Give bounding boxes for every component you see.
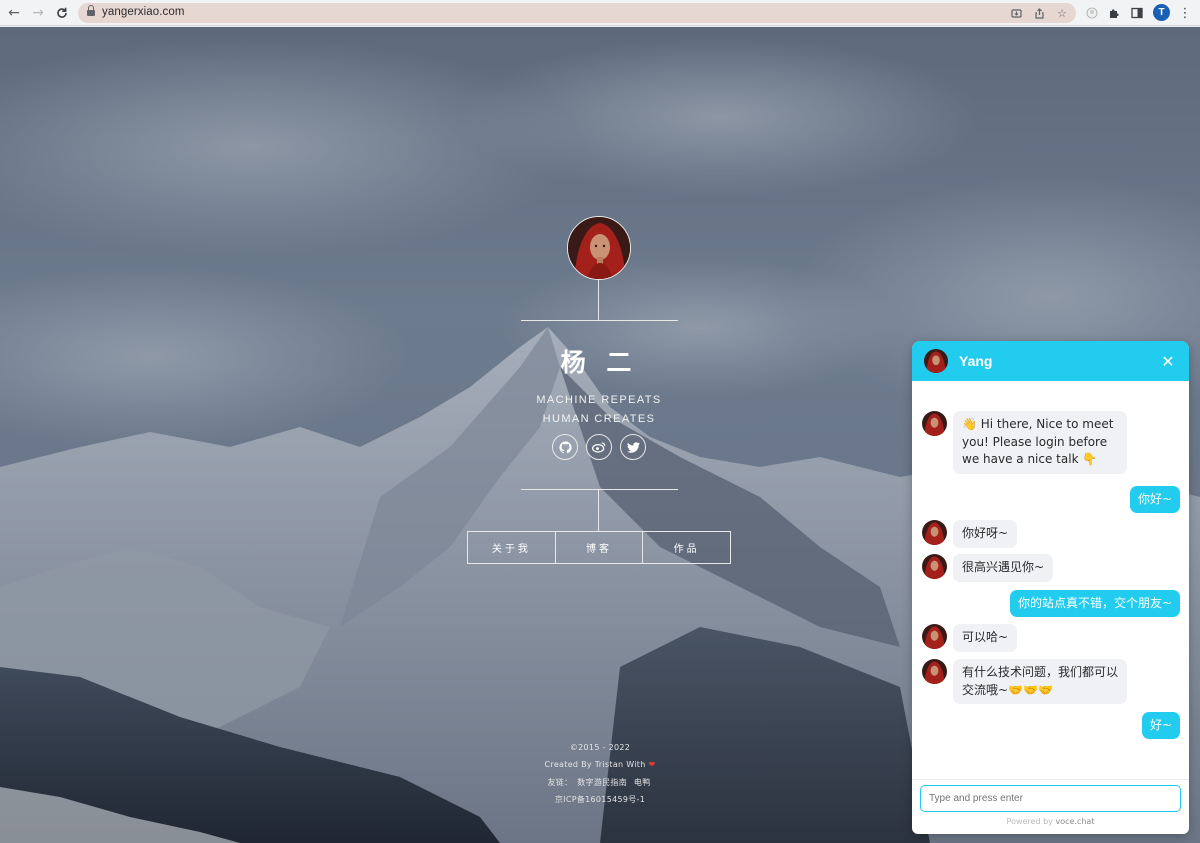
- bookmark-star-icon[interactable]: ☆: [1054, 5, 1070, 21]
- user-message: 好~: [1141, 712, 1180, 739]
- divider-line: [521, 489, 678, 490]
- url-text: yangerxiao.com: [102, 6, 185, 18]
- menu-item-blog[interactable]: 博客: [554, 532, 643, 563]
- github-icon[interactable]: [552, 434, 578, 460]
- side-panel-icon[interactable]: [1127, 3, 1147, 23]
- agent-message: 有什么技术问题，我们都可以交流哦~🤝🤝🤝: [953, 659, 1127, 704]
- created-by-text: Created By Tristan With: [544, 760, 646, 769]
- agent-message: 可以哈~: [953, 624, 1018, 652]
- chat-header-avatar: [924, 349, 948, 373]
- powered-by: Powered by voce.chat: [912, 817, 1189, 826]
- extension-avatar-icon[interactable]: [1082, 3, 1102, 23]
- extensions-puzzle-icon[interactable]: [1104, 3, 1124, 23]
- profile-avatar: [567, 216, 631, 280]
- address-bar[interactable]: yangerxiao.com ☆: [78, 3, 1076, 23]
- agent-message: 很高兴遇见你~: [953, 554, 1054, 582]
- forward-icon[interactable]: →: [28, 3, 48, 23]
- chat-widget: Yang ✕ 👋 Hi there, Nice to meet you! Ple…: [912, 341, 1189, 834]
- main-menu: 关于我 博客 作品: [467, 531, 731, 564]
- menu-item-works[interactable]: 作品: [642, 532, 730, 563]
- agent-message: 👋 Hi there, Nice to meet you! Please log…: [953, 411, 1127, 474]
- agent-avatar: [922, 411, 947, 436]
- connector-line: [598, 490, 599, 531]
- browser-toolbar: ← → yangerxiao.com ☆ T ⋮: [0, 0, 1200, 26]
- friend-links-label: 友链：: [547, 778, 573, 787]
- divider-line: [521, 320, 678, 321]
- agent-avatar: [922, 520, 947, 545]
- install-icon[interactable]: [1008, 5, 1024, 21]
- powered-by-link[interactable]: voce.chat: [1055, 817, 1094, 826]
- friend-link-dianya[interactable]: 电鸭: [634, 778, 651, 787]
- chat-title: Yang: [959, 353, 993, 369]
- reload-icon[interactable]: [52, 3, 72, 23]
- lock-icon[interactable]: [87, 5, 95, 17]
- share-icon[interactable]: [1031, 5, 1047, 21]
- chat-header: Yang ✕: [912, 341, 1189, 381]
- powered-by-prefix: Powered by: [1006, 817, 1053, 826]
- footer-icp-link[interactable]: 京ICP备16015459号-1: [480, 794, 720, 805]
- user-message: 你好~: [1129, 486, 1180, 513]
- chat-divider: [912, 779, 1189, 780]
- agent-avatar: [922, 624, 947, 649]
- friend-link-nomad-guide[interactable]: 数字游民指南: [577, 778, 627, 787]
- footer-friend-links: 友链： 数字游民指南 电鸭: [480, 777, 720, 788]
- tagline-line-2: HUMAN CREATES: [542, 413, 656, 425]
- user-message: 你的站点真不错，交个朋友~: [1009, 590, 1180, 617]
- agent-avatar: [922, 659, 947, 684]
- chat-message-input[interactable]: [920, 785, 1181, 812]
- agent-message: 你好呀~: [953, 520, 1018, 548]
- tagline-line-1: MACHINE REPEATS: [536, 394, 662, 406]
- close-icon[interactable]: ✕: [1158, 351, 1178, 371]
- connector-line: [598, 280, 599, 320]
- footer-copyright: ©2015 - 2022: [569, 743, 631, 752]
- profile-name: 杨 二: [560, 348, 638, 377]
- menu-kebab-icon[interactable]: ⋮: [1175, 3, 1195, 23]
- footer-created-by: Created By Tristan With ❤: [480, 760, 720, 769]
- menu-item-about[interactable]: 关于我: [468, 532, 555, 563]
- agent-avatar: [922, 554, 947, 579]
- heart-icon: ❤: [648, 760, 656, 769]
- back-icon[interactable]: ←: [4, 3, 24, 23]
- weibo-icon[interactable]: [586, 434, 612, 460]
- profile-icon[interactable]: T: [1153, 4, 1170, 21]
- twitter-icon[interactable]: [620, 434, 646, 460]
